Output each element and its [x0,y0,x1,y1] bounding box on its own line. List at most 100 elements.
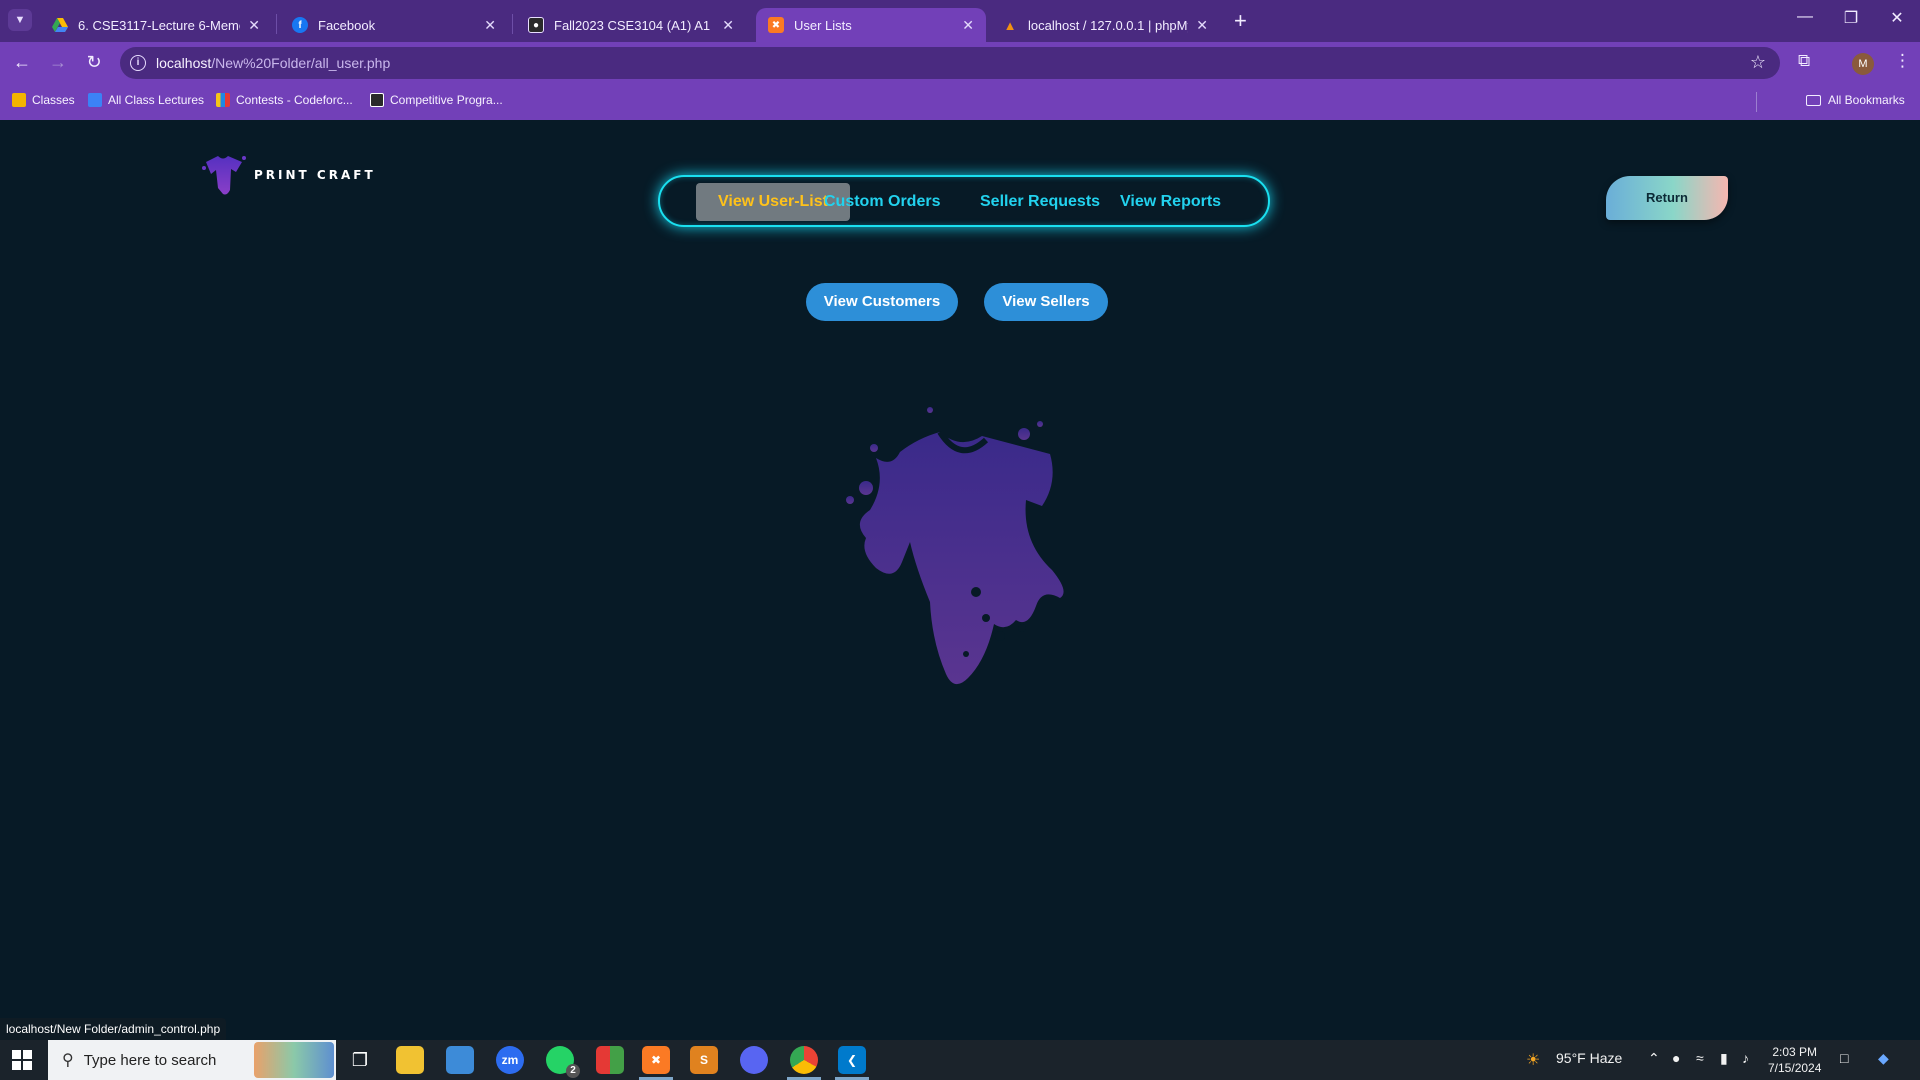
back-icon[interactable]: ← [10,52,34,73]
windows-start-icon[interactable] [12,1050,32,1075]
bookmark-star-icon[interactable]: ☆ [1750,52,1766,73]
view-customers-button[interactable]: View Customers [806,283,958,321]
codeforces-icon [216,93,230,107]
reload-icon[interactable]: ↻ [82,52,106,73]
xampp-icon: ✖ [768,17,784,33]
tab-divider [276,14,277,34]
microphone-icon[interactable]: ● [1672,1050,1680,1066]
tab-search-chevron-icon[interactable]: ▼ [8,9,32,31]
app-icon[interactable] [446,1046,474,1074]
ms-store-icon[interactable] [596,1046,624,1074]
bookmark-label: Competitive Progra... [390,93,503,107]
clock-time: 2:03 PM [1772,1045,1818,1059]
site-info-icon[interactable]: i [130,55,146,71]
zoom-icon[interactable]: zm [496,1046,524,1074]
folder-icon [1806,94,1821,106]
site-logo[interactable]: PRINT CRAFT [200,152,376,198]
search-icon: ⚲ [62,1052,74,1069]
bookmark-label: All Class Lectures [108,93,205,107]
bookmarks-bar: Classes All Class Lectures Contests - Co… [0,84,1920,120]
tab-divider [512,14,513,34]
google-drive-icon [52,17,68,33]
weather-text[interactable]: 95°F Haze [1556,1050,1622,1066]
sublime-text-icon[interactable]: S [690,1046,718,1074]
tab-close-icon[interactable]: ✕ [248,17,260,34]
view-sellers-button[interactable]: View Sellers [984,283,1108,321]
profile-avatar[interactable]: M [1852,53,1874,75]
system-clock[interactable]: 2:03 PM 7/15/2024 [1768,1044,1821,1076]
volume-icon[interactable]: ♪ [1742,1050,1749,1066]
all-bookmarks[interactable]: All Bookmarks [1806,93,1905,107]
tab-title: Fall2023 CSE3104 (A1) A1 Lab S [554,17,714,33]
bookmark-label: Classes [32,93,75,107]
whatsapp-icon[interactable]: 2 [546,1046,580,1078]
bookmark-label: Contests - Codeforc... [236,93,353,107]
classroom-icon [88,93,102,107]
task-view-icon[interactable]: ❐ [346,1046,374,1074]
chrome-icon[interactable] [790,1046,818,1074]
bookmark-all-class-lectures[interactable]: All Class Lectures [88,93,204,107]
tab-title: localhost / 127.0.0.1 | phpMyAd [1028,17,1188,33]
classroom-icon: ● [528,17,544,33]
minimize-icon[interactable]: — [1782,8,1828,26]
tab-title: Facebook [318,17,376,33]
url-path: /New%20Folder/all_user.php [211,55,391,71]
url-text[interactable]: localhost/New%20Folder/all_user.php [156,55,390,71]
phpmyadmin-icon: ▲ [1003,17,1017,33]
forward-icon[interactable]: → [46,52,70,73]
tab-facebook[interactable]: f Facebook ✕ [280,8,508,42]
taskbar-search[interactable]: ⚲ Type here to search [48,1040,336,1080]
browser-toolbar: ← → ↻ i localhost/New%20Folder/all_user.… [0,42,1920,84]
search-highlight-art [254,1042,334,1078]
vscode-icon[interactable]: ❮ [838,1046,866,1074]
link-status-tooltip: localhost/New Folder/admin_control.php [0,1018,227,1040]
bookmark-codeforces[interactable]: Contests - Codeforc... [216,93,353,107]
tab-user-lists[interactable]: ✖ User Lists ✕ [756,8,986,42]
close-window-icon[interactable]: ✕ [1874,8,1920,28]
tab-close-icon[interactable]: ✕ [962,17,974,34]
bookmark-competitive-programming[interactable]: Competitive Progra... [370,93,503,107]
tshirt-splash-illustration [846,407,1064,685]
admin-nav: View User-List Custom Orders Seller Requ… [658,175,1270,227]
bookmarks-divider [1756,92,1757,112]
tray-chevron-icon[interactable]: ⌃ [1648,1050,1660,1067]
nav-custom-orders[interactable]: Custom Orders [824,183,940,221]
nav-view-reports[interactable]: View Reports [1120,183,1221,221]
logo-text: PRINT CRAFT [254,168,376,182]
battery-icon[interactable]: ▮ [1720,1050,1728,1067]
tab-title: 6. CSE3117-Lecture 6-Memory [78,17,241,33]
tab-close-icon[interactable]: ✕ [722,17,734,34]
all-bookmarks-label: All Bookmarks [1828,93,1905,107]
cc-icon [370,93,384,107]
file-explorer-icon[interactable] [396,1046,424,1074]
xampp-taskbar-icon[interactable]: ✖ [642,1046,670,1074]
notifications-icon[interactable]: □ [1840,1050,1848,1066]
classroom-icon [12,93,26,107]
menu-dots-icon[interactable]: ⋮ [1894,51,1911,71]
wifi-icon[interactable]: ≈ [1696,1050,1704,1066]
page-body: PRINT CRAFT View User-List Custom Orders… [0,120,1920,1040]
clock-date: 7/15/2024 [1768,1061,1822,1075]
tab-classroom[interactable]: ● Fall2023 CSE3104 (A1) A1 Lab S ✕ [516,8,746,42]
search-placeholder: Type here to search [83,1051,217,1069]
bookmark-classes[interactable]: Classes [12,93,75,107]
windows-taskbar: ⚲ Type here to search ❐ zm 2 ✖ S ❮ ☀ 95°… [0,1040,1920,1080]
discord-icon[interactable] [740,1046,768,1074]
extensions-icon[interactable]: ⧉ [1798,51,1810,71]
return-button[interactable]: Return [1606,176,1728,220]
browser-tab-bar: ▼ 6. CSE3117-Lecture 6-Memory ✕ f Facebo… [0,0,1920,42]
tab-close-icon[interactable]: ✕ [1196,17,1208,34]
tab-close-icon[interactable]: ✕ [484,17,496,34]
tab-lecture[interactable]: 6. CSE3117-Lecture 6-Memory ✕ [40,8,272,42]
whatsapp-badge: 2 [566,1064,580,1078]
tab-phpmyadmin[interactable]: ▲ localhost / 127.0.0.1 | phpMyAd ✕ [990,8,1220,42]
new-tab-icon[interactable]: + [1234,8,1247,34]
tab-title: User Lists [794,17,852,33]
restore-icon[interactable]: ❐ [1828,8,1874,28]
tshirt-logo-icon [202,156,246,195]
url-host: localhost [156,55,212,71]
address-bar[interactable]: i localhost/New%20Folder/all_user.php ☆ [120,47,1780,79]
weather-icon[interactable]: ☀ [1526,1050,1540,1070]
nav-seller-requests[interactable]: Seller Requests [980,183,1100,221]
copilot-icon[interactable]: ◆ [1878,1050,1889,1067]
